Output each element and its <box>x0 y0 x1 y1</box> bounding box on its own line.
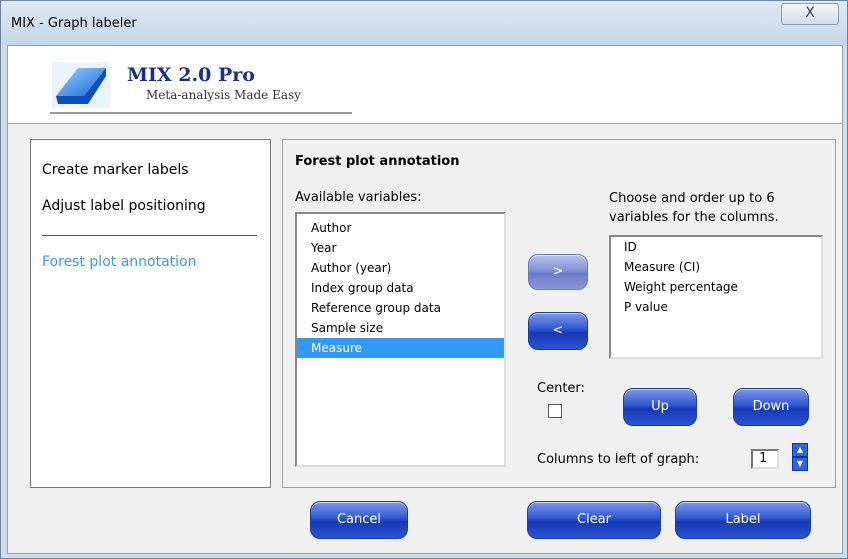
spin-down-arrow-icon[interactable]: ▼ <box>792 457 808 471</box>
title-bar[interactable]: MIX - Graph labeler X <box>1 1 847 45</box>
columns-left-field[interactable]: 1 <box>751 449 779 469</box>
content-area: Create marker labels Adjust label positi… <box>8 124 842 553</box>
window-title: MIX - Graph labeler <box>11 16 137 31</box>
nav-item-forest-plot-annotation[interactable]: Forest plot annotation <box>42 254 196 270</box>
list-item-selected[interactable]: Measure <box>297 338 504 358</box>
chosen-columns-list[interactable]: ID Measure (CI) Weight percentage P valu… <box>609 235 823 359</box>
close-button[interactable]: X <box>781 3 839 25</box>
nav-item-adjust-label-positioning[interactable]: Adjust label positioning <box>42 198 206 214</box>
list-item[interactable]: Author <box>297 218 504 238</box>
banner: MIX 2.0 Pro Meta-analysis Made Easy <box>8 46 842 124</box>
list-item[interactable]: Year <box>297 238 504 258</box>
mix-logo-icon <box>52 62 110 108</box>
list-item[interactable]: Index group data <box>297 278 504 298</box>
product-tagline: Meta-analysis Made Easy <box>146 88 301 102</box>
product-name: MIX 2.0 Pro <box>127 64 255 86</box>
center-checkbox[interactable] <box>548 404 562 418</box>
choose-columns-label: Choose and order up to 6 variables for t… <box>609 191 779 225</box>
dialog-body: MIX 2.0 Pro Meta-analysis Made Easy Crea… <box>7 45 843 554</box>
nav-divider <box>42 235 257 236</box>
columns-left-label: Columns to left of graph: <box>537 452 700 467</box>
label-button[interactable]: Label <box>675 501 811 539</box>
list-item[interactable]: Author (year) <box>297 258 504 278</box>
add-variable-button[interactable]: > <box>528 254 588 290</box>
remove-variable-button[interactable]: < <box>528 312 588 350</box>
list-item[interactable]: Sample size <box>297 318 504 338</box>
available-variables-label: Available variables: <box>295 190 422 205</box>
available-variables-list[interactable]: Author Year Author (year) Index group da… <box>295 212 506 467</box>
graph-labeler-window: MIX - Graph labeler X MIX 2.0 Pro Meta-a… <box>0 0 848 559</box>
cancel-button[interactable]: Cancel <box>310 501 408 539</box>
spin-up-arrow-icon[interactable]: ▲ <box>792 443 808 457</box>
move-down-button[interactable]: Down <box>733 388 809 426</box>
close-icon: X <box>805 5 815 21</box>
list-item[interactable]: ID <box>611 237 821 257</box>
forest-plot-panel: Forest plot annotation Available variabl… <box>282 139 836 488</box>
logo: MIX 2.0 Pro Meta-analysis Made Easy <box>50 58 352 114</box>
nav-panel: Create marker labels Adjust label positi… <box>30 139 271 488</box>
center-label: Center: <box>537 381 585 396</box>
move-up-button[interactable]: Up <box>623 388 697 426</box>
list-item[interactable]: Weight percentage <box>611 277 821 297</box>
clear-button[interactable]: Clear <box>527 501 661 539</box>
list-item[interactable]: P value <box>611 297 821 317</box>
list-item[interactable]: Measure (CI) <box>611 257 821 277</box>
nav-item-create-marker-labels[interactable]: Create marker labels <box>42 162 189 178</box>
list-item[interactable]: Reference group data <box>297 298 504 318</box>
panel-heading: Forest plot annotation <box>295 154 460 169</box>
